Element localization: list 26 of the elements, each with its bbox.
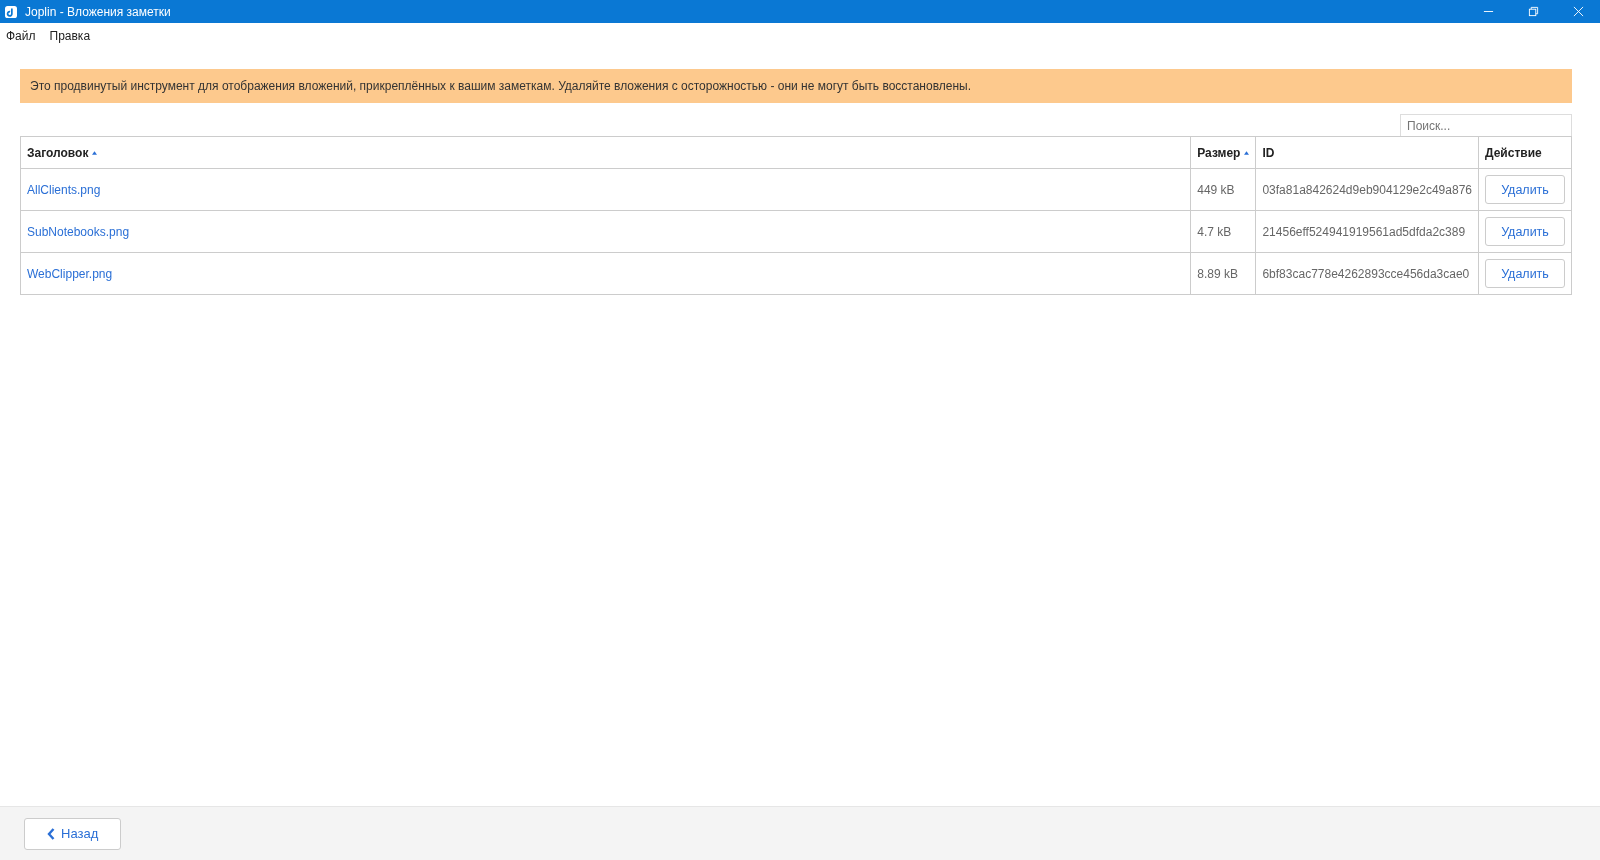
column-header[interactable]: Заголовок bbox=[27, 145, 89, 160]
close-icon[interactable] bbox=[1573, 6, 1584, 17]
app-logo-icon bbox=[5, 5, 17, 18]
id-cell: 03fa81a842624d9eb904129e2c49a876 bbox=[1262, 182, 1472, 197]
attachment-link[interactable]: SubNotebooks.png bbox=[27, 224, 130, 239]
size-cell: 8.89 kB bbox=[1197, 266, 1238, 281]
delete-button[interactable]: Удалить bbox=[1485, 175, 1565, 204]
sort-ascending-icon bbox=[92, 151, 98, 156]
size-cell: 449 kB bbox=[1197, 182, 1235, 197]
warning-banner: Это продвинутый инструмент для отображения вложений, прикреплённых к вашим заметкам. Удаляйте вложения с осторожностью - они не могут быть восстановлены. bbox=[20, 69, 1572, 103]
attachment-link[interactable]: AllClients.png bbox=[27, 182, 101, 197]
restore-icon[interactable] bbox=[1528, 6, 1539, 17]
attachment-link[interactable]: WebClipper.png bbox=[27, 266, 113, 281]
delete-button[interactable]: Удалить bbox=[1485, 259, 1565, 288]
menu-item[interactable]: Правка bbox=[49, 29, 91, 49]
size-cell: 4.7 kB bbox=[1197, 224, 1232, 239]
search-field[interactable]: Поиск... bbox=[1400, 114, 1572, 136]
menu-item[interactable]: Файл bbox=[6, 29, 36, 49]
delete-button[interactable]: Удалить bbox=[1485, 217, 1565, 246]
back-button[interactable]: Назад bbox=[24, 817, 122, 850]
id-cell: 21456eff524941919561ad5dfda2c389 bbox=[1262, 224, 1466, 239]
id-cell: 6bf83cac778e4262893cce456da3cae0 bbox=[1262, 266, 1470, 281]
sort-ascending-icon bbox=[1244, 151, 1250, 156]
column-header[interactable]: ID bbox=[1262, 145, 1275, 160]
window-title: Joplin - Вложения заметки bbox=[25, 4, 171, 19]
chevron-left-icon bbox=[47, 827, 55, 840]
